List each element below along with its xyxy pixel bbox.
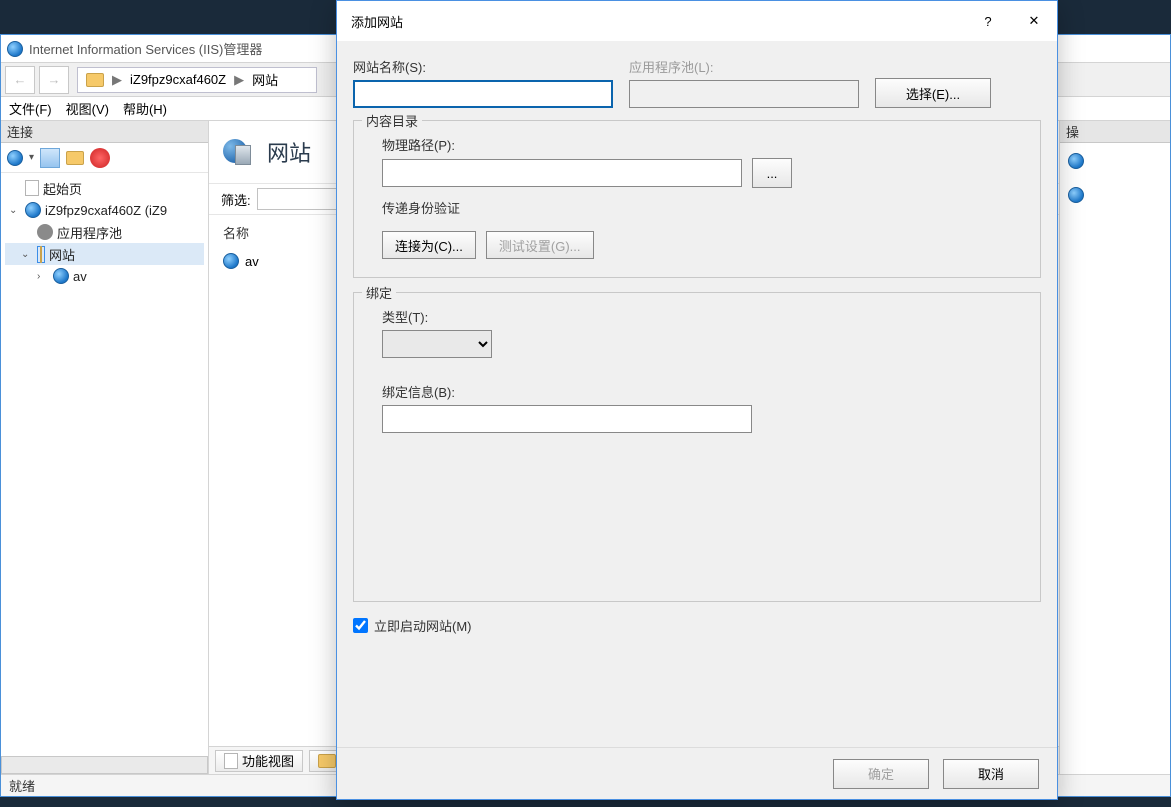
dialog-title: 添加网站 [351,12,403,31]
connections-tree: 起始页 ⌄ iZ9fpz9cxaf460Z (iZ9 应用程序池 ⌄ 网站 [1,173,208,291]
expand-icon[interactable]: › [37,271,49,282]
close-button[interactable]: ✕ [1011,1,1057,41]
content-directory-group: 内容目录 物理路径(P): ... 传递身份验证 连接为(C)... 测试设置(… [353,120,1041,278]
menu-help[interactable]: 帮助(H) [123,99,167,118]
tab-label: 功能视图 [242,751,294,770]
tree-sites[interactable]: ⌄ 网站 [5,243,204,265]
actions-panel: 操 [1060,121,1170,774]
select-app-pool-button[interactable]: 选择(E)... [875,78,991,108]
binding-info-input[interactable] [382,405,752,433]
window-title: Internet Information Services (IIS)管理器 [29,39,262,58]
tree-start-page[interactable]: 起始页 [5,177,204,199]
page-title: 网站 [267,136,311,168]
group-legend: 绑定 [362,283,396,302]
close-icon: ✕ [1029,13,1040,29]
features-tab-icon [224,753,238,769]
breadcrumb[interactable]: ▶ iZ9fpz9cxaf460Z ▶ 网站 [77,67,317,93]
site-name-label: 网站名称(S): [353,57,613,76]
site-icon [223,253,239,269]
breadcrumb-sep-icon: ▶ [112,72,122,88]
folder-icon [40,246,42,263]
dialog-titlebar: 添加网站 ? ✕ [337,1,1057,41]
physical-path-input[interactable] [382,159,742,187]
app-pool-input [629,80,859,108]
connections-toolstrip: ▾ [1,143,208,173]
folder-icon [86,73,104,87]
menu-view[interactable]: 视图(V) [66,99,109,118]
physical-path-label: 物理路径(P): [382,135,1026,154]
open-folder-icon[interactable] [66,151,84,165]
cancel-button[interactable]: 取消 [943,759,1039,789]
sites-large-icon [223,139,247,163]
save-icon[interactable] [40,148,60,168]
delete-icon[interactable] [90,148,110,168]
site-name-input[interactable] [353,80,613,108]
action-icon[interactable] [1068,187,1084,203]
scrollbar-horizontal[interactable] [1,756,208,774]
dialog-body: 网站名称(S): 应用程序池(L): 选择(E)... 内容目录 物理路径(P)… [337,41,1057,747]
dialog-footer: 确定 取消 [337,747,1057,799]
browse-button[interactable]: ... [752,158,792,188]
collapse-icon[interactable]: ⌄ [9,205,21,216]
autostart-label: 立即启动网站(M) [374,616,472,635]
help-button[interactable]: ? [965,1,1011,41]
connections-panel-title: 连接 [1,121,208,143]
action-icon[interactable] [1068,153,1084,169]
iis-app-icon [7,41,23,57]
binding-type-label: 类型(T): [382,307,1026,326]
nav-forward-button[interactable]: → [39,66,69,94]
tree-host[interactable]: ⌄ iZ9fpz9cxaf460Z (iZ9 [5,199,204,221]
arrow-right-icon: → [48,72,61,87]
test-settings-button: 测试设置(G)... [486,231,594,259]
tree-label: 起始页 [43,179,82,198]
tree-label: iZ9fpz9cxaf460Z (iZ9 [45,203,167,218]
group-legend: 内容目录 [362,111,422,130]
tab-features-view[interactable]: 功能视图 [215,750,303,772]
server-icon [25,202,41,218]
app-pool-label: 应用程序池(L): [629,57,859,76]
actions-panel-title: 操 [1060,121,1170,143]
nav-back-button[interactable]: ← [5,66,35,94]
binding-type-select[interactable] [382,330,492,358]
binding-info-label: 绑定信息(B): [382,382,1026,401]
gear-icon [37,224,53,240]
page-icon [25,180,39,196]
site-name: av [245,254,259,269]
tree-label: 网站 [49,245,75,264]
status-text: 就绪 [9,776,35,795]
refresh-icon[interactable] [7,150,23,166]
tree-label: 应用程序池 [57,223,122,242]
content-tab-icon [318,754,336,768]
connect-as-button[interactable]: 连接为(C)... [382,231,476,259]
autostart-row[interactable]: 立即启动网站(M) [353,616,1041,635]
breadcrumb-host: iZ9fpz9cxaf460Z [130,72,226,87]
add-website-dialog: 添加网站 ? ✕ 网站名称(S): 应用程序池(L): 选择(E)... 内容目… [336,0,1058,800]
ok-button: 确定 [833,759,929,789]
breadcrumb-sep-icon: ▶ [234,72,244,88]
collapse-icon[interactable]: ⌄ [21,249,33,260]
binding-group: 绑定 类型(T): 绑定信息(B): [353,292,1041,602]
connections-panel: 连接 ▾ 起始页 ⌄ iZ9fpz9cxaf460Z (iZ9 [1,121,209,774]
site-icon [53,268,69,284]
breadcrumb-item: 网站 [252,70,278,89]
autostart-checkbox[interactable] [353,618,368,633]
tree-site-av[interactable]: › av [5,265,204,287]
help-icon: ? [984,14,991,29]
tree-label: av [73,269,87,284]
chevron-down-icon[interactable]: ▾ [29,152,34,163]
filter-label: 筛选: [221,190,251,209]
passthrough-auth-label: 传递身份验证 [382,198,1026,217]
tree-app-pools[interactable]: 应用程序池 [5,221,204,243]
menu-file[interactable]: 文件(F) [9,99,52,118]
arrow-left-icon: ← [14,72,27,87]
